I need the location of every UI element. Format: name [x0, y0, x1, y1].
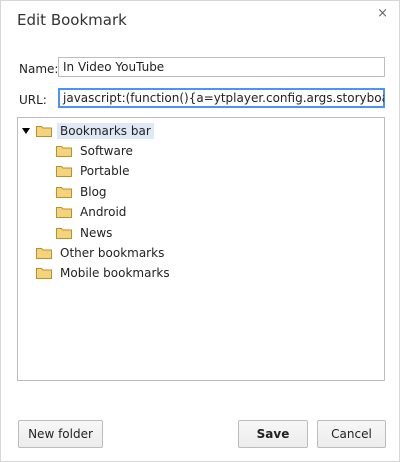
save-button[interactable]: Save [238, 420, 308, 448]
tree-node-portable[interactable]: Portable [56, 162, 132, 180]
tree-node-label: News [80, 226, 113, 240]
tree-node-other-bookmarks[interactable]: Other bookmarks [36, 244, 167, 262]
url-label: URL: [19, 93, 47, 107]
url-field[interactable]: javascript:(function(){a=ytplayer.config… [58, 88, 385, 108]
tree-node-bookmarks-bar[interactable]: Bookmarks bar [36, 122, 154, 140]
dialog-title: Edit Bookmark [17, 11, 127, 29]
tree-node-label: Bookmarks bar [57, 123, 154, 139]
name-field[interactable]: In Video YouTube [58, 57, 385, 77]
edit-bookmark-dialog: Edit Bookmark × Name: In Video YouTube U… [0, 0, 400, 462]
tree-node-mobile-bookmarks[interactable]: Mobile bookmarks [36, 264, 173, 282]
triangle-down-icon[interactable] [22, 128, 30, 134]
tree-node-label: Mobile bookmarks [60, 266, 170, 280]
tree-node-label: Other bookmarks [60, 246, 165, 260]
tree-node-blog[interactable]: Blog [56, 183, 110, 201]
tree-node-news[interactable]: News [56, 224, 115, 242]
tree-node-label: Software [80, 144, 133, 158]
tree-node-label: Portable [80, 164, 130, 178]
folder-icon [36, 267, 52, 279]
tree-node-label: Android [80, 205, 127, 219]
tree-node-label: Blog [80, 185, 107, 199]
cancel-button[interactable]: Cancel [317, 420, 386, 448]
new-folder-button[interactable]: New folder [18, 420, 103, 448]
tree-node-android[interactable]: Android [56, 203, 129, 221]
folder-icon [56, 165, 72, 177]
folder-icon [36, 247, 52, 259]
bookmark-folder-tree[interactable]: Bookmarks bar Software Portable Blog And [17, 117, 385, 381]
folder-icon [36, 125, 52, 137]
name-label: Name: [19, 62, 59, 76]
folder-icon [56, 186, 72, 198]
folder-icon [56, 227, 72, 239]
folder-icon [56, 145, 72, 157]
close-icon[interactable]: × [377, 7, 388, 20]
folder-icon [56, 206, 72, 218]
tree-node-software[interactable]: Software [56, 142, 136, 160]
